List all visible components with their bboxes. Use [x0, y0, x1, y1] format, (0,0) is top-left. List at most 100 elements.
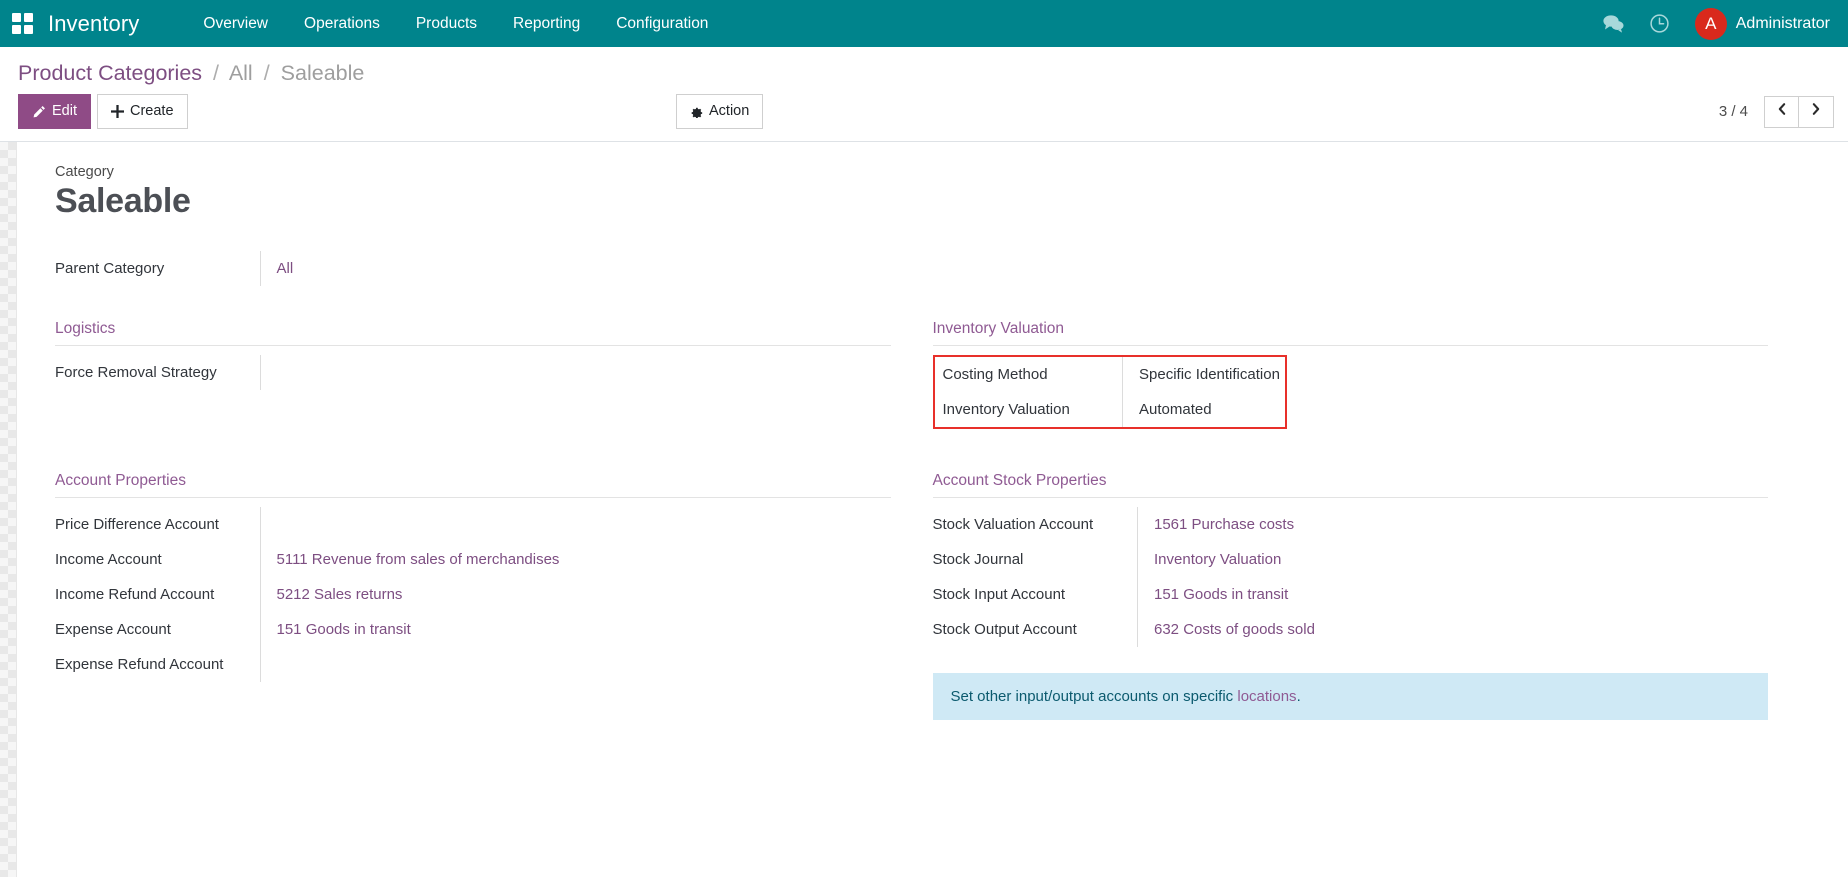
expense-account-link[interactable]: 151 Goods in transit: [277, 621, 411, 638]
income-account-label: Income Account: [55, 542, 260, 577]
account-properties-row: Account Properties Price Difference Acco…: [55, 472, 1810, 720]
stock-input-account-link[interactable]: 151 Goods in transit: [1154, 586, 1288, 603]
edit-button[interactable]: Edit: [18, 94, 91, 129]
plus-icon: [111, 105, 124, 118]
menu-item-configuration[interactable]: Configuration: [598, 7, 726, 41]
parent-category-value[interactable]: All: [260, 251, 435, 286]
action-button[interactable]: Action: [676, 94, 763, 129]
stock-journal-label: Stock Journal: [933, 542, 1138, 577]
account-stock-properties-group-title: Account Stock Properties: [933, 472, 1769, 498]
account-properties-group-title: Account Properties: [55, 472, 891, 498]
stock-journal-link[interactable]: Inventory Valuation: [1154, 551, 1281, 568]
control-panel-actions: Edit Create Action 3 / 4: [14, 91, 1834, 141]
stock-valuation-account-value[interactable]: 1561 Purchase costs: [1138, 507, 1769, 542]
create-button[interactable]: Create: [97, 94, 188, 129]
breadcrumb-parent-all[interactable]: All: [229, 61, 253, 85]
chat-bubble-icon[interactable]: [1591, 0, 1637, 47]
account-stock-properties-group: Account Stock Properties Stock Valuation…: [933, 472, 1811, 720]
pager-previous-button[interactable]: [1764, 96, 1799, 128]
menu-item-operations[interactable]: Operations: [286, 7, 398, 41]
expense-account-label: Expense Account: [55, 612, 260, 647]
field-row-stock-input-account: Stock Input Account 151 Goods in transit: [933, 577, 1769, 612]
apps-grid-icon[interactable]: [12, 13, 34, 35]
costing-method-label: Costing Method: [935, 357, 1123, 392]
price-difference-account-value[interactable]: [260, 507, 891, 542]
gear-icon: [690, 105, 703, 118]
inventory-valuation-label: Inventory Valuation: [935, 392, 1123, 427]
stock-output-account-link[interactable]: 632 Costs of goods sold: [1154, 621, 1315, 638]
create-button-label: Create: [130, 101, 174, 122]
account-properties-group: Account Properties Price Difference Acco…: [55, 472, 933, 720]
form-sheet: Category Saleable Parent Category All Lo…: [16, 142, 1848, 877]
top-navbar: Inventory Overview Operations Products R…: [0, 0, 1848, 47]
field-row-stock-journal: Stock Journal Inventory Valuation: [933, 542, 1769, 577]
field-row-expense-refund-account: Expense Refund Account: [55, 647, 891, 682]
locations-link[interactable]: locations: [1237, 688, 1296, 705]
force-removal-strategy-value[interactable]: [260, 355, 891, 390]
pager-next-button[interactable]: [1799, 96, 1834, 128]
inventory-valuation-group-title: Inventory Valuation: [933, 320, 1769, 346]
main-menu: Overview Operations Products Reporting C…: [185, 7, 726, 41]
menu-item-reporting[interactable]: Reporting: [495, 7, 598, 41]
field-row-stock-valuation-account: Stock Valuation Account 1561 Purchase co…: [933, 507, 1769, 542]
stock-output-account-value[interactable]: 632 Costs of goods sold: [1138, 612, 1769, 647]
breadcrumb-separator-1: /: [213, 61, 219, 85]
menu-item-overview[interactable]: Overview: [185, 7, 286, 41]
parent-category-group: Parent Category All: [55, 251, 435, 286]
field-row-stock-output-account: Stock Output Account 632 Costs of goods …: [933, 612, 1769, 647]
logistics-valuation-row: Logistics Force Removal Strategy Invento…: [55, 320, 1810, 434]
field-row-income-refund-account: Income Refund Account 5212 Sales returns: [55, 577, 891, 612]
breadcrumb-current-saleable: Saleable: [281, 61, 365, 85]
field-row-inventory-valuation: Inventory Valuation Automated: [935, 392, 1285, 427]
avatar[interactable]: A: [1695, 8, 1727, 40]
app-brand-inventory[interactable]: Inventory: [48, 11, 139, 37]
action-button-label: Action: [709, 101, 749, 122]
parent-category-link[interactable]: All: [277, 260, 294, 277]
expense-refund-account-label: Expense Refund Account: [55, 647, 260, 682]
expense-account-value[interactable]: 151 Goods in transit: [260, 612, 891, 647]
inventory-valuation-value[interactable]: Automated: [1123, 392, 1285, 427]
inventory-valuation-group: Inventory Valuation Costing Method Speci…: [933, 320, 1811, 434]
user-menu-administrator[interactable]: Administrator: [1736, 15, 1830, 33]
field-row-expense-account: Expense Account 151 Goods in transit: [55, 612, 891, 647]
edit-button-label: Edit: [52, 101, 77, 122]
stock-input-account-label: Stock Input Account: [933, 577, 1138, 612]
field-row-parent-category: Parent Category All: [55, 251, 435, 286]
pager: 3 / 4: [1719, 96, 1834, 128]
price-difference-account-link[interactable]: [277, 516, 281, 533]
stock-valuation-account-label: Stock Valuation Account: [933, 507, 1138, 542]
chevron-right-icon: [1810, 102, 1822, 121]
inventory-valuation-highlight-box: Costing Method Specific Identification I…: [933, 355, 1287, 429]
income-account-value[interactable]: 5111 Revenue from sales of merchandises: [260, 542, 891, 577]
income-account-link[interactable]: 5111 Revenue from sales of merchandises: [277, 551, 560, 568]
field-row-income-account: Income Account 5111 Revenue from sales o…: [55, 542, 891, 577]
alert-text-before: Set other input/output accounts on speci…: [951, 688, 1238, 705]
pencil-icon: [32, 105, 46, 119]
clock-icon[interactable]: [1637, 0, 1683, 47]
expense-refund-account-link[interactable]: [277, 656, 281, 673]
pager-count: 3 / 4: [1719, 103, 1748, 120]
price-difference-account-label: Price Difference Account: [55, 507, 260, 542]
breadcrumb-root[interactable]: Product Categories: [18, 61, 202, 85]
menu-item-products[interactable]: Products: [398, 7, 495, 41]
stock-output-account-label: Stock Output Account: [933, 612, 1138, 647]
navbar-right: A Administrator: [1591, 0, 1830, 47]
stock-journal-value[interactable]: Inventory Valuation: [1138, 542, 1769, 577]
page-title: Saleable: [55, 182, 1810, 221]
chevron-left-icon: [1776, 102, 1788, 121]
costing-method-value[interactable]: Specific Identification: [1123, 357, 1285, 392]
stock-input-account-value[interactable]: 151 Goods in transit: [1138, 577, 1769, 612]
account-properties-fields: Price Difference Account Income Account …: [55, 507, 891, 682]
expense-refund-account-value[interactable]: [260, 647, 891, 682]
account-stock-properties-fields: Stock Valuation Account 1561 Purchase co…: [933, 507, 1769, 647]
field-row-force-removal-strategy: Force Removal Strategy: [55, 355, 891, 390]
logistics-group: Logistics Force Removal Strategy: [55, 320, 933, 434]
stock-valuation-account-link[interactable]: 1561 Purchase costs: [1154, 516, 1294, 533]
income-refund-account-value[interactable]: 5212 Sales returns: [260, 577, 891, 612]
breadcrumb-separator-2: /: [264, 61, 270, 85]
force-removal-strategy-label: Force Removal Strategy: [55, 355, 260, 390]
form-view-area: Category Saleable Parent Category All Lo…: [0, 142, 1848, 877]
inventory-valuation-fields: Costing Method Specific Identification I…: [935, 357, 1285, 427]
income-refund-account-link[interactable]: 5212 Sales returns: [277, 586, 403, 603]
logistics-group-title: Logistics: [55, 320, 891, 346]
